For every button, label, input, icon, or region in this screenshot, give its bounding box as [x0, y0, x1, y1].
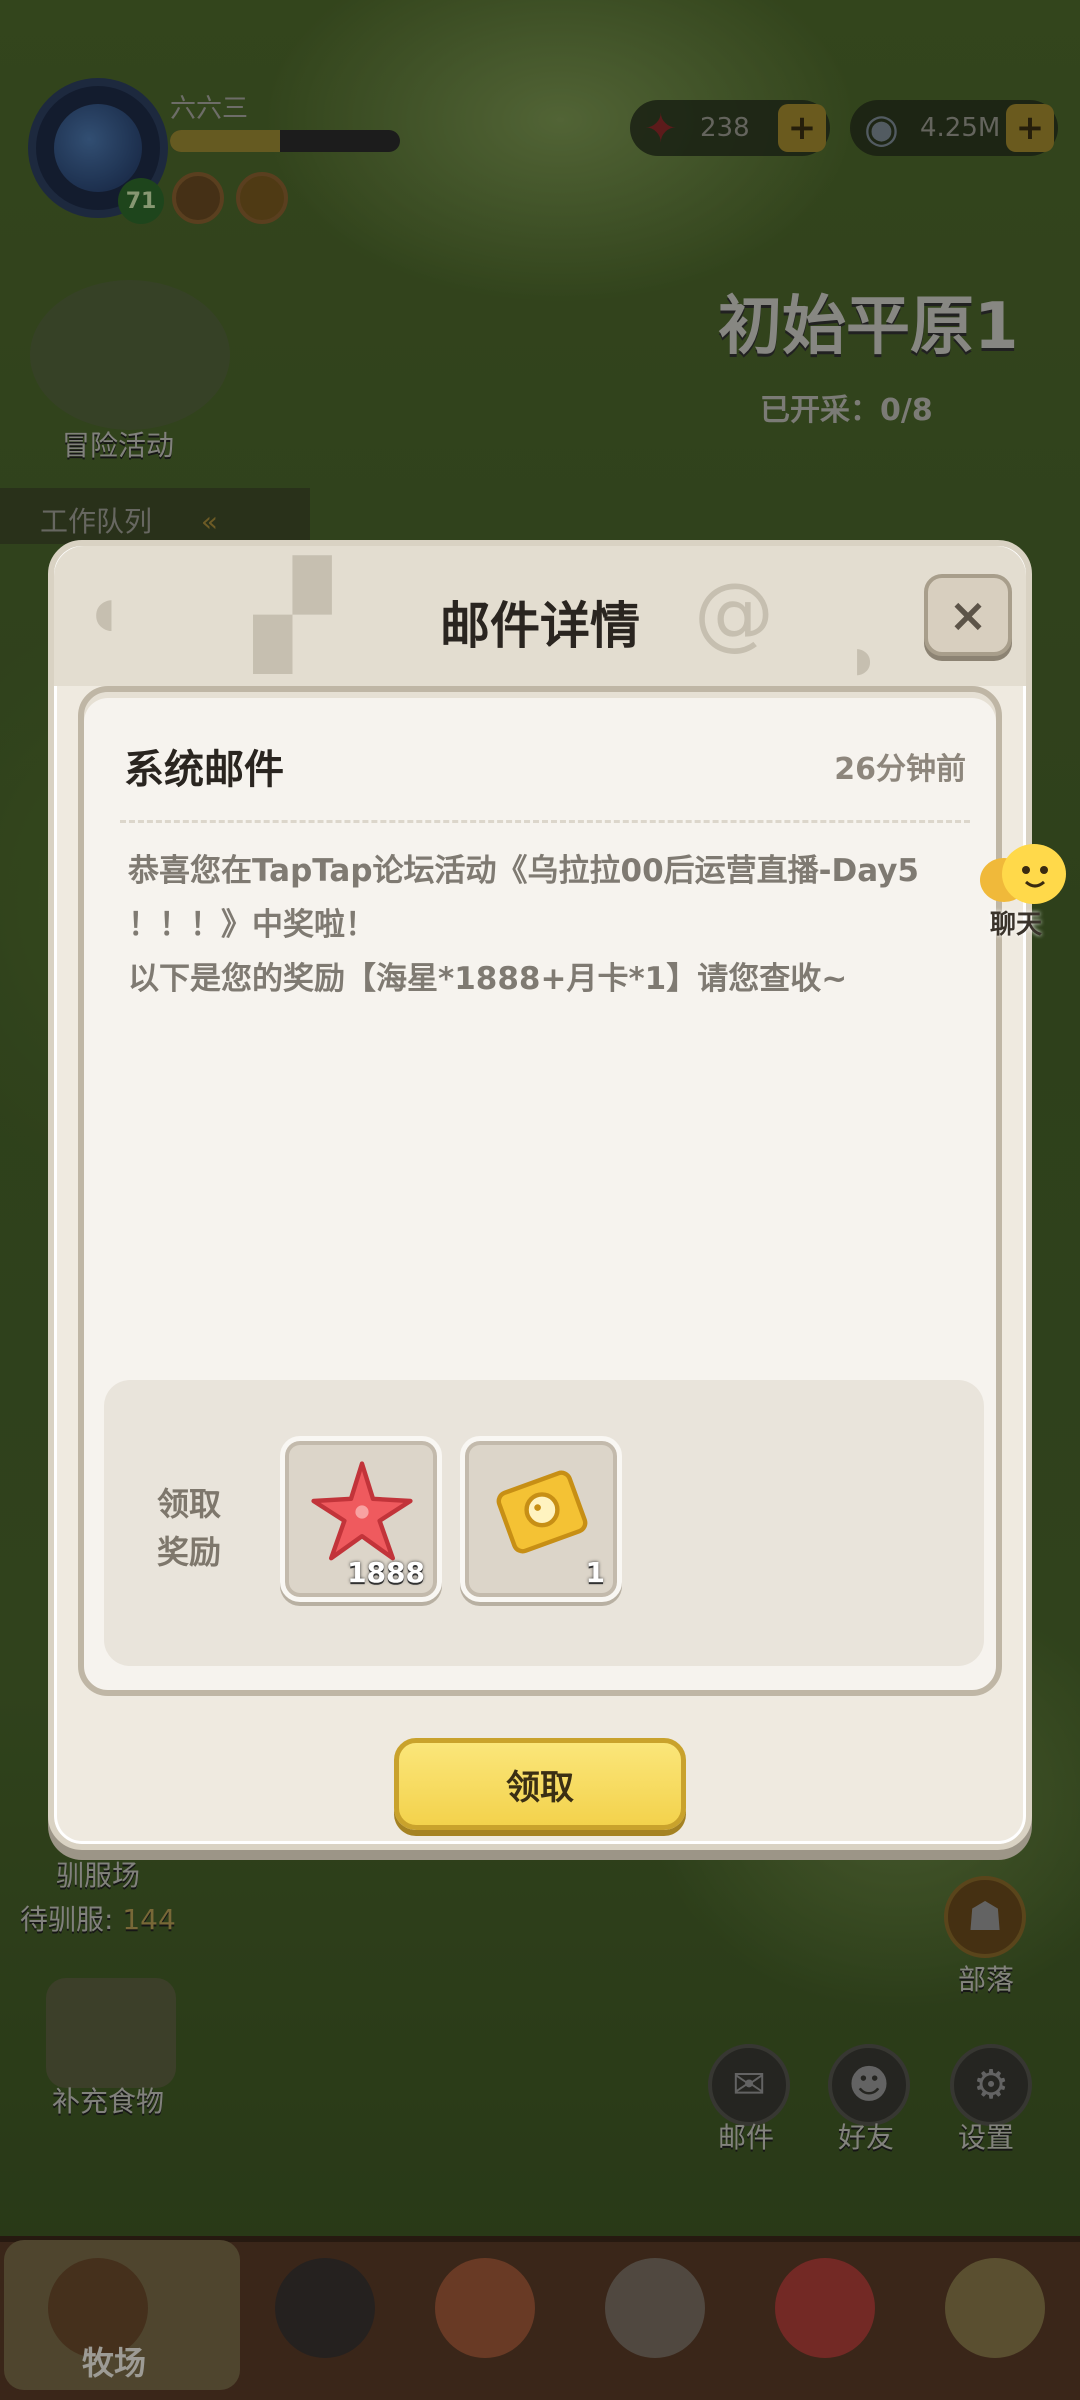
mail-timestamp: 26分钟前 — [834, 752, 966, 787]
mail-body-line-3: 以下是您的奖励【海星*1888+月卡*1】请您查收~ — [128, 961, 848, 997]
mail-sender: 系统邮件 — [124, 747, 284, 793]
mail-body-line-1: 恭喜您在TapTap论坛活动《乌拉拉00后运营直播-Day5 — [128, 853, 919, 889]
reward-count-monthly-card: 1 — [585, 1556, 605, 1589]
reward-label-line-2: 奖励 — [156, 1533, 221, 1571]
claim-button[interactable]: 领取 — [394, 1738, 686, 1830]
mail-body-line-2: ！！！》中奖啦！ — [128, 907, 376, 943]
reward-item-monthly-card[interactable]: 1 — [460, 1436, 622, 1602]
mail-detail-dialog: ◖ ▞ @ ◗ 邮件详情 × 系统邮件 26分钟前 恭喜您在TapTap论坛活动… — [48, 540, 1032, 1850]
reward-label-line-1: 领取 — [156, 1485, 221, 1523]
close-icon: × — [948, 588, 988, 642]
dialog-title: 邮件详情 — [440, 597, 640, 655]
reward-count-starfish: 1888 — [347, 1556, 425, 1589]
reward-label: 领取 奖励 — [144, 1480, 234, 1576]
reward-item-starfish[interactable]: 1888 — [280, 1436, 442, 1602]
gold-card-icon — [496, 1470, 588, 1554]
starfish-icon — [311, 1461, 413, 1561]
mail-divider — [120, 820, 970, 823]
reward-box: 领取 奖励 1888 1 — [104, 1380, 984, 1666]
mail-body: 恭喜您在TapTap论坛活动《乌拉拉00后运营直播-Day5 ！！！》中奖啦！ … — [128, 844, 958, 1006]
chat-label[interactable]: 聊天 — [990, 904, 1042, 941]
mail-card: 系统邮件 26分钟前 恭喜您在TapTap论坛活动《乌拉拉00后运营直播-Day… — [78, 686, 1002, 1696]
close-button[interactable]: × — [924, 574, 1012, 656]
